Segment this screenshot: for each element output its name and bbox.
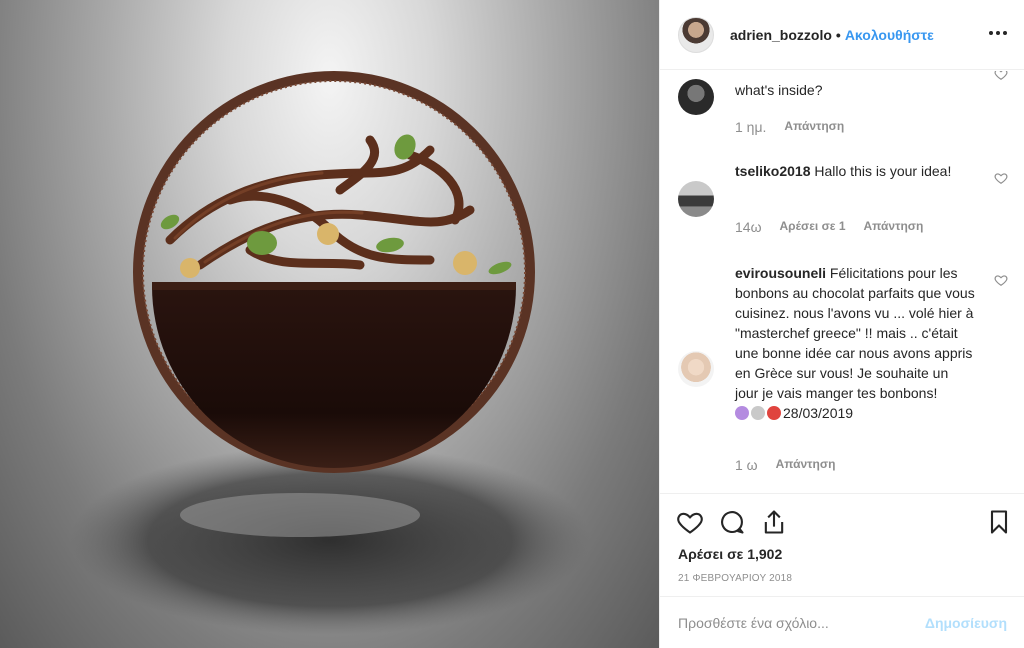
add-comment-bar: Δημοσίευση — [660, 596, 1024, 648]
commenter-avatar[interactable] — [678, 351, 714, 387]
share-icon[interactable] — [760, 508, 788, 536]
woman-emoji-icon — [735, 406, 749, 420]
post-comment-button[interactable]: Δημοσίευση — [925, 615, 1007, 631]
comment-time[interactable]: 1 ω — [735, 457, 758, 473]
comment-meta: 1 ω Απάντηση — [735, 457, 835, 473]
follow-button[interactable]: Ακολουθήστε — [845, 27, 934, 43]
comment-text: what's inside? — [735, 82, 823, 98]
post-photo[interactable] — [0, 0, 659, 648]
author-username[interactable]: adrien_bozzolo — [730, 27, 832, 43]
commenter-avatar[interactable] — [678, 181, 714, 217]
likes-count[interactable]: Αρέσει σε 1,902 — [678, 546, 782, 562]
commenter-avatar[interactable] — [678, 79, 714, 115]
comments-list[interactable]: what's inside? 1 ημ. Απάντηση tseliko201… — [660, 71, 1024, 493]
post-date[interactable]: 21 ΦΕΒΡΟΥΑΡΙΟΥ 2018 — [678, 573, 792, 584]
comment-likes[interactable]: Αρέσει σε 1 — [780, 219, 846, 235]
like-comment-icon[interactable] — [994, 171, 1008, 185]
commenter-username[interactable]: tseliko2018 — [735, 163, 811, 179]
instagram-post-modal: adrien_bozzolo • Ακολουθήστε what's insi… — [0, 0, 1024, 648]
pin-emoji-icon — [767, 406, 781, 420]
chocolate-dessert-photo — [70, 71, 590, 635]
commenter-username[interactable]: evirousouneli — [735, 265, 826, 281]
comment-meta: 14ω Αρέσει σε 1 Απάντηση — [735, 219, 923, 235]
post-header: adrien_bozzolo • Ακολουθήστε — [660, 0, 1024, 70]
reply-button[interactable]: Απάντηση — [784, 119, 844, 135]
comment-meta: 1 ημ. Απάντηση — [735, 119, 844, 135]
reply-button[interactable]: Απάντηση — [864, 219, 924, 235]
post-side-panel: adrien_bozzolo • Ακολουθήστε what's insi… — [659, 0, 1024, 648]
heart-icon[interactable] — [676, 508, 704, 536]
bookmark-icon[interactable] — [985, 508, 1013, 536]
comment-body: Félicitations pour les bonbons au chocol… — [735, 265, 975, 401]
like-comment-icon[interactable] — [994, 273, 1008, 287]
comment-tail-date: 28/03/2019 — [783, 405, 854, 421]
author-avatar[interactable] — [678, 16, 714, 53]
like-comment-icon[interactable] — [994, 71, 1008, 81]
separator-dot: • — [835, 26, 841, 43]
more-options-icon[interactable] — [989, 24, 1011, 42]
magnifier-emoji-icon — [751, 406, 765, 420]
comment-text: evirousouneli Félicitations pour les bon… — [735, 263, 975, 423]
comment-input[interactable] — [678, 612, 918, 634]
comment-body: Hallo this is your idea! — [814, 163, 952, 179]
comment-text: tseliko2018 Hallo this is your idea! — [735, 161, 975, 181]
reply-button[interactable]: Απάντηση — [776, 457, 836, 473]
comment-time[interactable]: 14ω — [735, 219, 762, 235]
comment-time[interactable]: 1 ημ. — [735, 119, 766, 135]
post-actions: Αρέσει σε 1,902 21 ΦΕΒΡΟΥΑΡΙΟΥ 2018 — [660, 493, 1024, 596]
comment-icon[interactable] — [718, 508, 746, 536]
